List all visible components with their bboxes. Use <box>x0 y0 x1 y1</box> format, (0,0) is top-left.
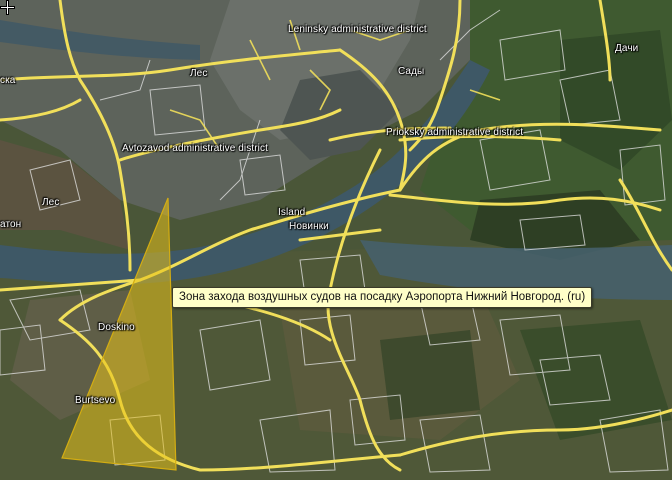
crosshair-cursor-icon <box>0 0 15 15</box>
label-sady: Сады <box>398 66 425 77</box>
label-dachi: Дачи <box>615 43 639 54</box>
label-avtozavod: Avtozavod administrative district <box>122 143 268 154</box>
label-doskino: Doskino <box>98 322 135 333</box>
label-burtsevo: Burtsevo <box>75 395 116 406</box>
label-les-left: Лес <box>42 197 60 208</box>
label-ska: ска <box>0 75 16 86</box>
satellite-layer <box>0 0 672 480</box>
label-aton: атон <box>0 219 22 230</box>
map-view[interactable]: Leninsky administrative district Сады Ле… <box>0 0 672 480</box>
label-les-top: Лес <box>190 68 208 79</box>
label-novinki: Новинки <box>289 221 329 232</box>
label-priokskiy: Priokský administrative district <box>386 127 524 138</box>
label-leninsky: Leninsky administrative district <box>288 24 427 35</box>
approach-zone-tooltip: Зона захода воздушных судов на посадку А… <box>172 287 593 308</box>
label-island: Island <box>278 207 306 218</box>
